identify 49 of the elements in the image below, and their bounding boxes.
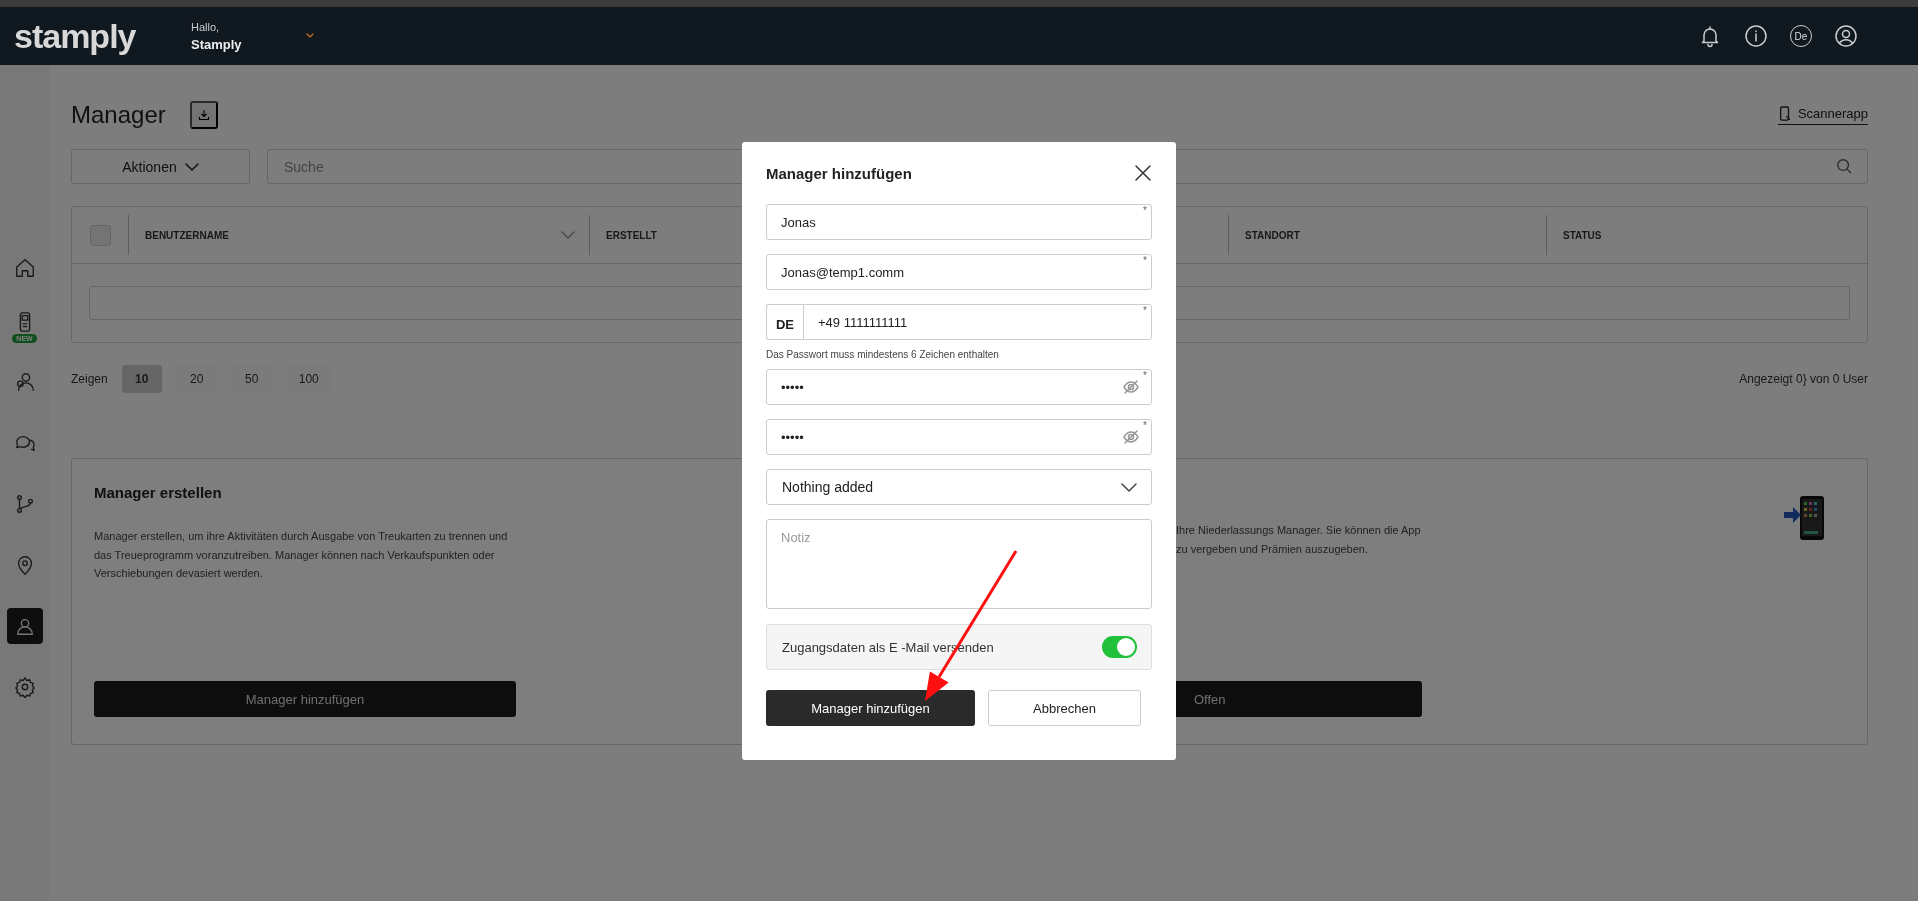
required-mark: *: [1143, 305, 1147, 316]
open-button[interactable]: Offen: [1176, 681, 1422, 717]
card-description: zu vergeben und Prämien auszugeben.: [1176, 541, 1370, 557]
chevron-down-icon[interactable]: [561, 231, 575, 239]
required-mark: *: [1143, 370, 1147, 381]
column-header[interactable]: STANDORT: [1228, 215, 1546, 255]
download-icon: [197, 109, 210, 121]
column-header[interactable]: STATUS: [1546, 215, 1867, 255]
hint-text: Das Passwort muss mindestens 6 Zeichen enthalten: [766, 349, 1000, 360]
info-icon[interactable]: [1744, 24, 1768, 48]
card-title: Manager erstellen: [94, 484, 222, 501]
greeting-text: Hallo,: [191, 20, 221, 33]
eye-slash-icon[interactable]: [1122, 378, 1140, 396]
page-title: Manager: [71, 101, 166, 129]
required-mark: *: [1143, 255, 1147, 266]
eye-slash-icon[interactable]: [1122, 428, 1140, 446]
sidebar-item[interactable]: [6, 608, 43, 644]
required-mark: *: [1143, 420, 1147, 431]
column-header[interactable]: BENUTZERNAME: [128, 215, 589, 255]
note-field[interactable]: Notiz: [766, 519, 1152, 609]
download-button[interactable]: [189, 101, 218, 129]
chevron-down-icon: [184, 162, 199, 171]
cancel-button[interactable]: Abbrechen: [988, 690, 1141, 726]
results-summary: Angezeigt 0} von 0 User: [1739, 372, 1868, 386]
chevron-down-icon: [1121, 482, 1137, 492]
phone-icon: [1777, 105, 1792, 122]
add-manager-button[interactable]: Manager hinzufügen: [766, 690, 975, 726]
card-description: Ihre Niederlassungs Manager. Sie können die App: [1176, 523, 1422, 538]
add-manager-button[interactable]: Manager hinzufügen: [94, 681, 516, 717]
chevron-down-icon[interactable]: [305, 32, 315, 40]
select-dropdown[interactable]: Nothing added: [766, 469, 1152, 505]
actions-dropdown[interactable]: Aktionen: [71, 149, 250, 184]
page-size-button[interactable]: 10: [121, 365, 162, 393]
required-mark: *: [1143, 205, 1147, 216]
home-icon: [13, 257, 36, 279]
toggle-switch[interactable]: [1102, 636, 1137, 658]
page-size-label: Zeigen: [71, 372, 108, 386]
select-all-checkbox[interactable]: [89, 224, 111, 246]
dialog-title: Manager hinzufügen: [766, 164, 912, 182]
phone-with-arrow-icon: [1783, 495, 1827, 541]
card-description: Manager erstellen, um ihre Aktivitäten durch Ausgabe von Treukarten zu trennen und das Treueprogramm voranzutreiben. Manager können nach Verkaufspunkten oder Verschiebungen devasiert werden.: [94, 529, 509, 582]
user-icon[interactable]: [1834, 24, 1858, 48]
user-name: Stamply: [191, 36, 243, 52]
close-button[interactable]: [1134, 164, 1152, 182]
scanner-app-link[interactable]: Scannerapp: [1777, 105, 1868, 125]
logo: stamply: [14, 16, 137, 56]
close-icon: [1134, 164, 1152, 182]
search-icon: [1836, 158, 1852, 174]
settings-icon: [13, 676, 36, 698]
